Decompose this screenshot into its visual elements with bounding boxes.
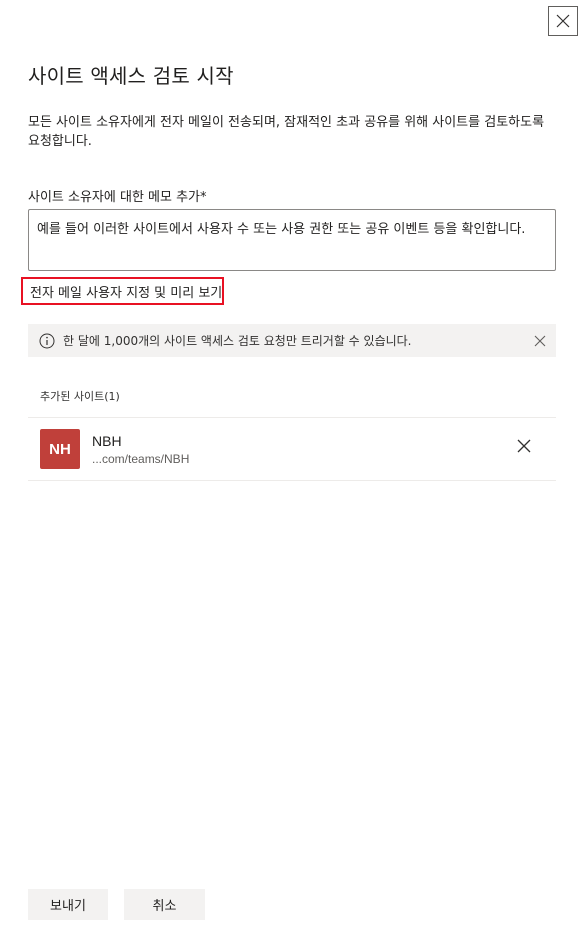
site-avatar: NH [40,429,80,469]
close-panel-button[interactable] [548,6,578,36]
close-icon [556,14,570,28]
customize-preview-email-link[interactable]: 전자 메일 사용자 지정 및 미리 보기 [30,282,222,301]
added-sites-count: (1) [104,390,120,403]
required-marker: * [200,190,207,205]
list-item: NH NBH ...com/teams/NBH [28,418,556,480]
site-name: NBH [92,433,122,449]
note-field-label-text: 사이트 소유자에 대한 메모 추가 [28,190,201,205]
info-message-text: 한 달에 1,000개의 사이트 액세스 검토 요청만 트리거할 수 있습니다. [63,334,412,348]
remove-site-button[interactable] [510,432,538,460]
close-icon [534,335,546,346]
added-sites-header-label: 추가된 사이트 [40,390,105,403]
added-sites-header: 추가된 사이트(1) [40,388,120,404]
note-textarea[interactable]: 예를 들어 이러한 사이트에서 사용자 수 또는 사용 권한 또는 공유 이벤트… [28,209,556,271]
divider [28,480,556,481]
send-button[interactable]: 보내기 [28,889,108,920]
dismiss-info-button[interactable] [524,325,556,357]
info-icon [39,333,55,349]
cancel-button[interactable]: 취소 [124,889,205,920]
info-message-bar: 한 달에 1,000개의 사이트 액세스 검토 요청만 트리거할 수 있습니다. [28,324,556,357]
panel-description: 모든 사이트 소유자에게 전자 메일이 전송되며, 잠재적인 초과 공유를 위해… [28,115,545,149]
panel-title: 사이트 액세스 검토 시작 [28,64,234,88]
close-icon [517,439,531,453]
note-field-label: 사이트 소유자에 대한 메모 추가* [28,186,207,205]
site-url: ...com/teams/NBH [92,452,190,466]
